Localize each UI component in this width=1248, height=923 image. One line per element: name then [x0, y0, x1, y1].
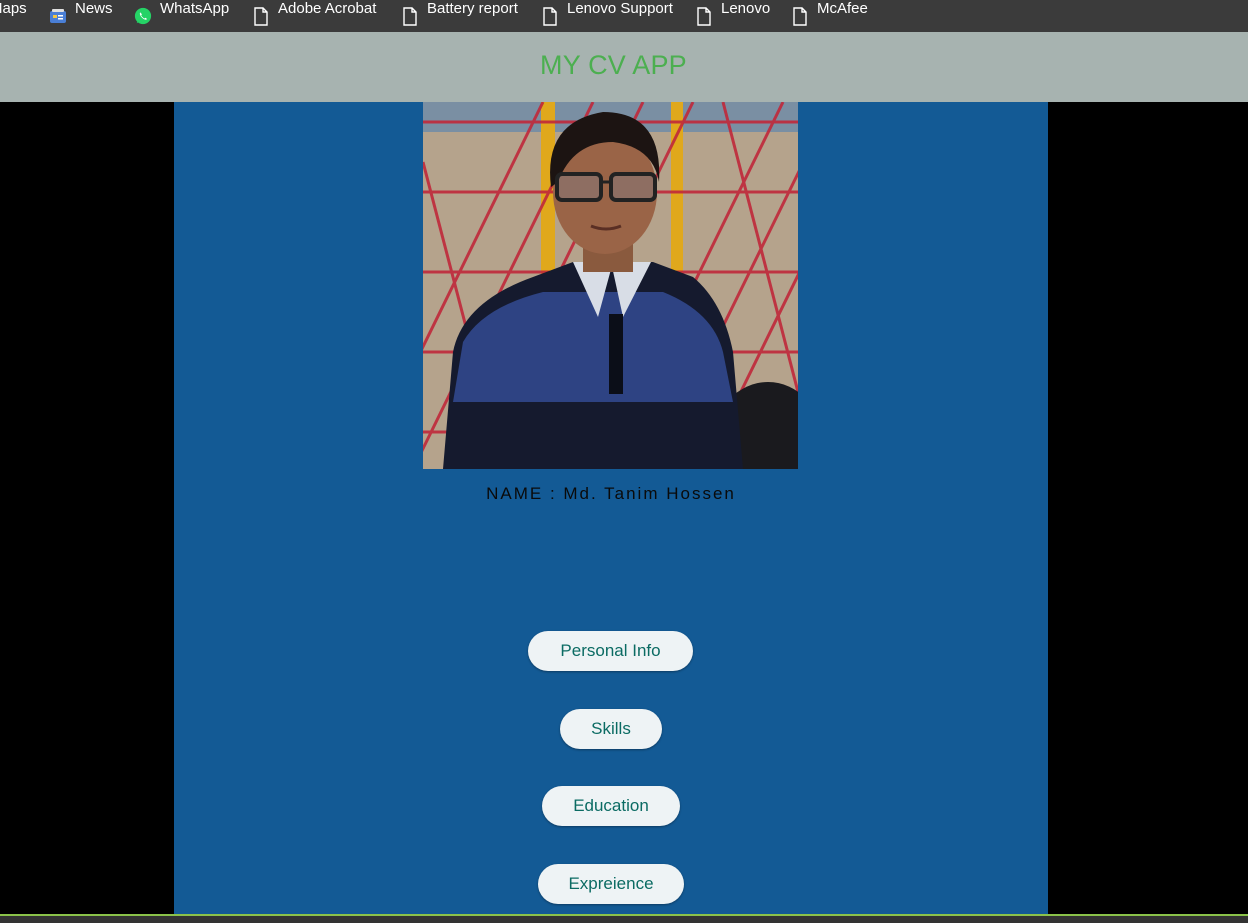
bookmark-label: WhatsApp: [160, 0, 230, 17]
bookmark-label: McAfee: [817, 0, 868, 17]
app-header: MY CV APP: [0, 32, 1248, 102]
bookmark-whatsapp[interactable]: WhatsApp: [134, 0, 229, 32]
page-icon: [791, 6, 809, 26]
education-button[interactable]: Education: [542, 786, 680, 826]
page-icon: [401, 6, 419, 26]
bookmark-label: Adobe Acrobat: [278, 0, 377, 17]
cv-panel: NAME : Md. Tanim Hossen Personal Info Sk…: [174, 102, 1048, 916]
bookmark-adobe-acrobat[interactable]: Adobe Acrobat: [252, 0, 376, 32]
experience-button[interactable]: Expreience: [538, 864, 684, 904]
profile-name: NAME : Md. Tanim Hossen: [486, 484, 736, 503]
app-title: MY CV APP: [540, 50, 687, 80]
bookmarks-bar: Maps News WhatsApp Adobe Acrobat: [0, 0, 1248, 32]
page-icon: [541, 6, 559, 26]
page-icon: [252, 6, 270, 26]
bookmark-battery-report[interactable]: Battery report: [401, 0, 518, 32]
bookmark-maps[interactable]: Maps: [0, 0, 27, 32]
bookmark-mcafee[interactable]: McAfee: [791, 0, 868, 32]
bottom-taskbar-edge: [0, 914, 1248, 923]
news-icon: [49, 7, 67, 25]
page-icon: [695, 6, 713, 26]
bookmark-label: News: [75, 0, 113, 17]
skills-button[interactable]: Skills: [560, 709, 662, 749]
bookmark-lenovo[interactable]: Lenovo: [695, 0, 770, 32]
bookmark-news[interactable]: News: [49, 0, 113, 32]
whatsapp-icon: [134, 7, 152, 25]
bookmark-label: Battery report: [427, 0, 518, 17]
bookmark-label: Maps: [0, 0, 27, 17]
personal-info-button[interactable]: Personal Info: [528, 631, 693, 671]
bookmark-lenovo-support[interactable]: Lenovo Support: [541, 0, 673, 32]
profile-photo: [423, 102, 798, 469]
bookmark-label: Lenovo Support: [567, 0, 673, 17]
bookmark-label: Lenovo: [721, 0, 771, 17]
